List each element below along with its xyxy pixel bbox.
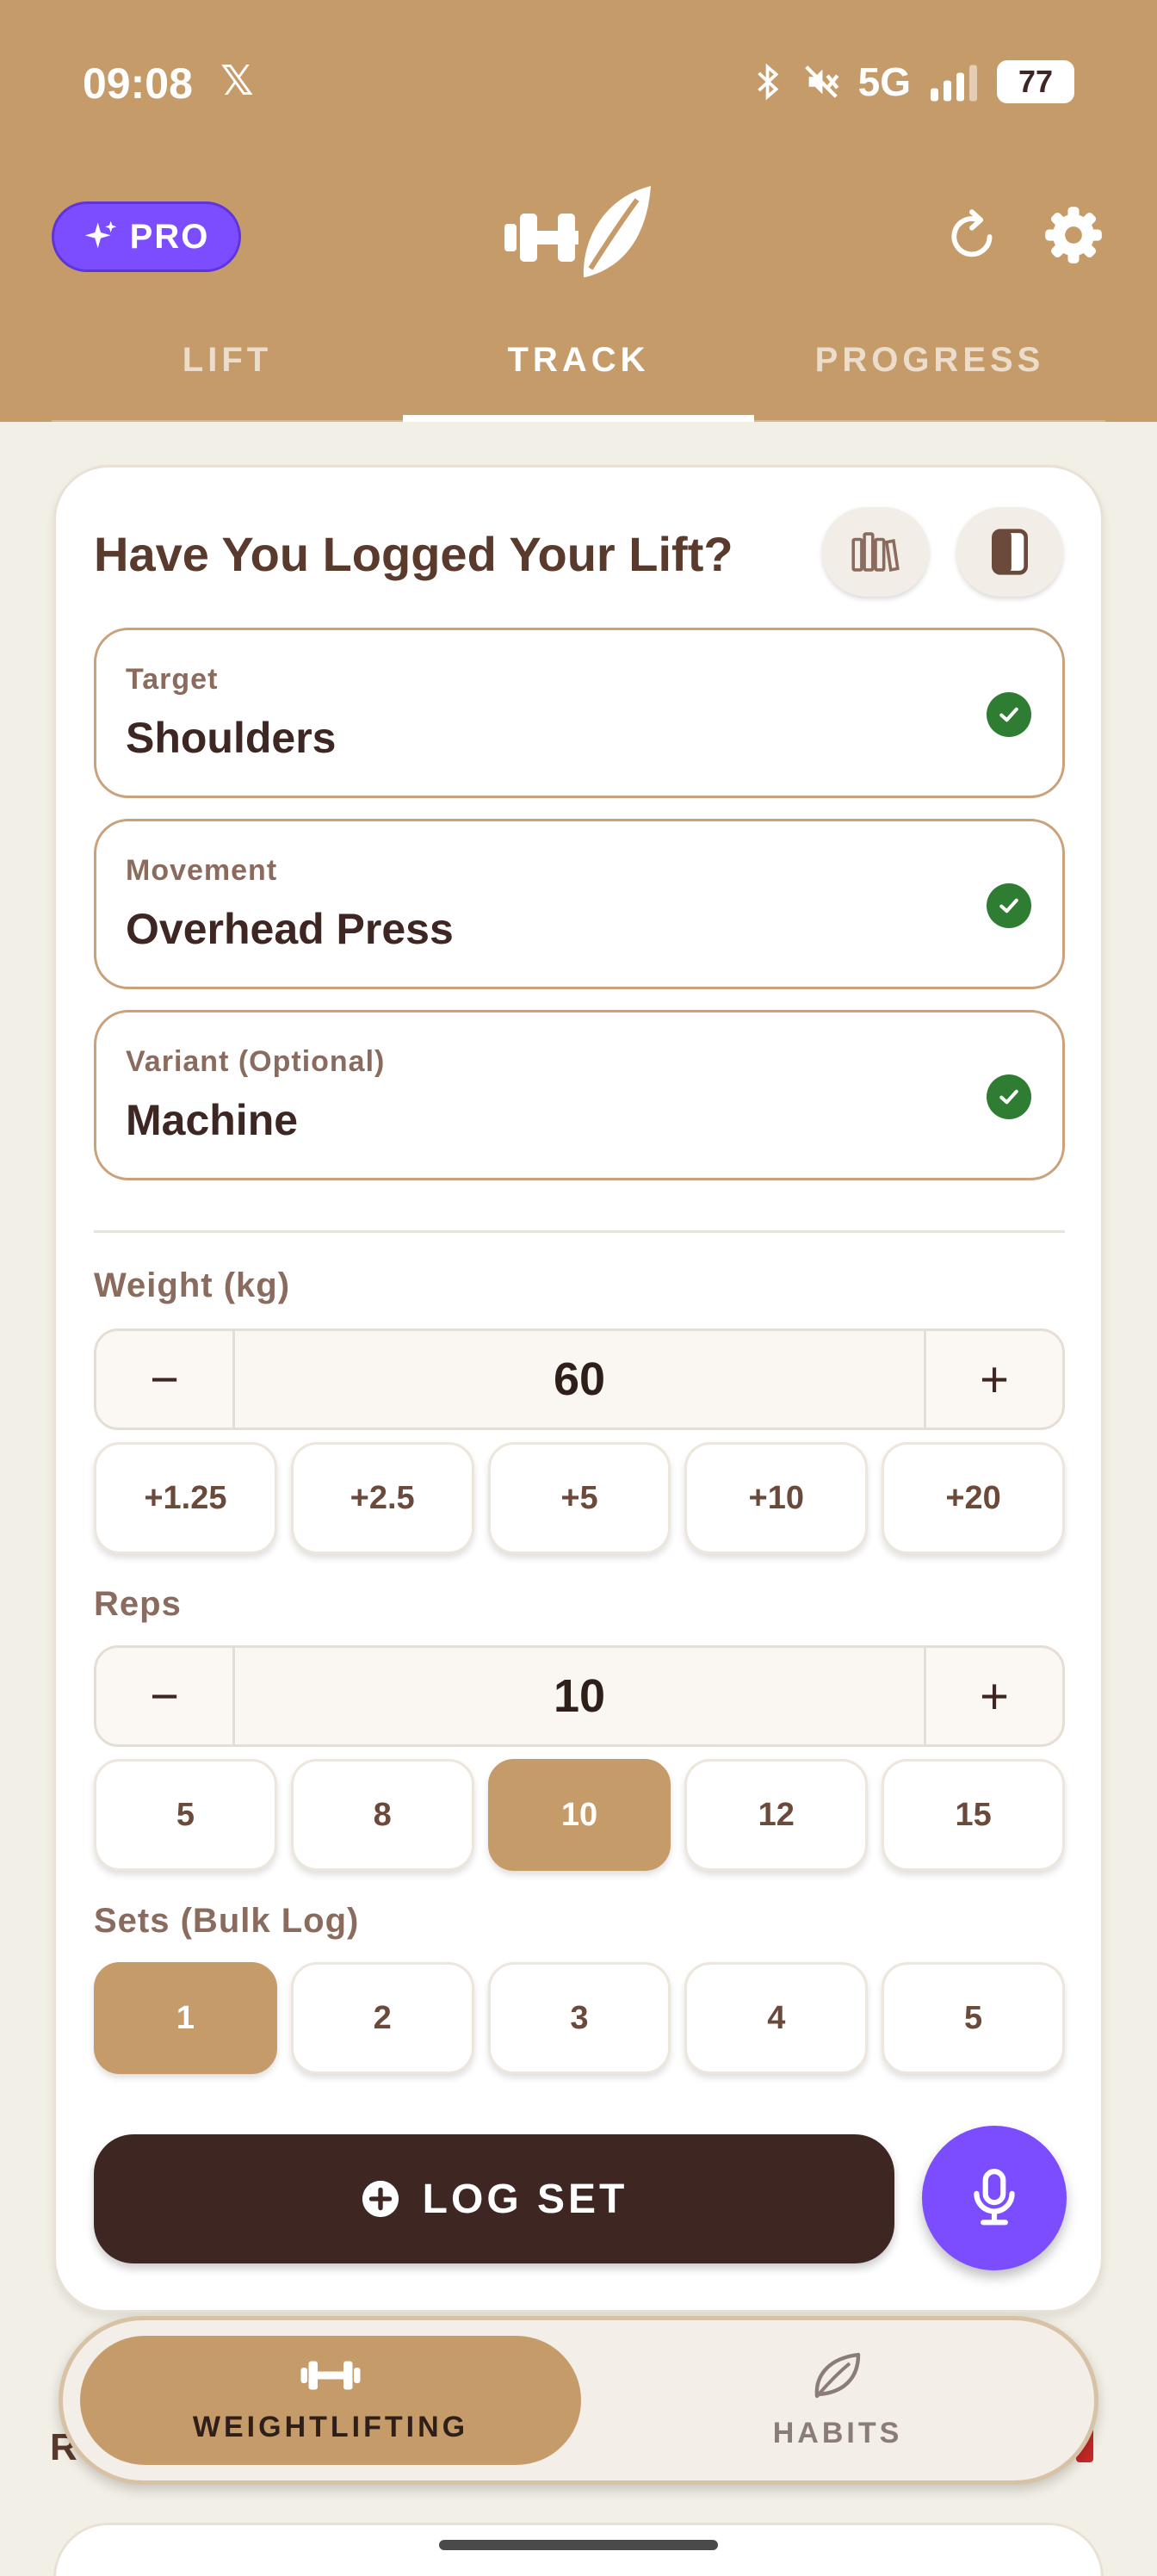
weight-chip[interactable]: +5 [487,1442,671,1554]
sparkle-icon [84,220,116,249]
weight-chip[interactable]: +1.25 [94,1442,277,1554]
sets-chips: 1 2 3 4 5 [94,1962,1065,2074]
mute-icon [804,65,838,98]
divider [94,1230,1065,1233]
dumbbell-icon [300,2361,361,2389]
sets-chip[interactable]: 5 [882,1962,1065,2074]
variant-field[interactable]: Variant (Optional) Machine [94,1010,1065,1180]
refresh-icon[interactable] [945,207,1002,263]
target-value: Shoulders [126,714,337,762]
movement-value: Overhead Press [126,905,454,953]
pro-button[interactable]: PRO [52,201,241,272]
voice-input-button[interactable] [922,2126,1067,2270]
bluetooth-icon [757,63,779,101]
reps-value[interactable]: 10 [232,1648,926,1744]
status-time: 09:08 [83,59,193,108]
weight-decrement-button[interactable]: − [96,1331,232,1427]
panel-icon [992,529,1028,575]
weight-chip[interactable]: +10 [684,1442,869,1554]
card-title: Have You Logged Your Lift? [94,527,733,581]
weight-value[interactable]: 60 [232,1331,926,1427]
sidebar-toggle-button[interactable] [956,507,1063,597]
variant-value: Machine [126,1096,299,1144]
bottom-nav: WEIGHTLIFTING HABITS [59,2316,1098,2485]
home-indicator [439,2540,718,2550]
microphone-icon [974,2169,1015,2226]
status-bar: 09:08 𝕏 5G 77 [0,0,1157,172]
network-type: 5G [857,59,911,104]
x-app-icon: 𝕏 [220,59,254,104]
target-field[interactable]: Target Shoulders [94,628,1065,798]
tab-progress[interactable]: PROGRESS [754,327,1105,420]
nav-habits-label: HABITS [772,2416,903,2449]
nav-weightlifting-label: WEIGHTLIFTING [192,2410,469,2443]
check-icon [987,883,1031,928]
reps-stepper: − 10 + [94,1645,1065,1747]
weight-label: Weight (kg) [94,1266,291,1304]
plus-circle-icon [362,2180,399,2218]
reps-preset-chips: 5 8 10 12 15 [94,1759,1065,1871]
check-icon [987,1074,1031,1119]
sets-chip-selected[interactable]: 1 [94,1962,277,2074]
check-icon [987,692,1031,737]
books-icon [851,532,900,573]
sets-label: Sets (Bulk Log) [94,1902,360,1940]
log-set-button[interactable]: LOG SET [94,2134,894,2263]
tab-lift[interactable]: LIFT [52,327,403,420]
nav-weightlifting[interactable]: WEIGHTLIFTING [80,2336,581,2465]
reps-decrement-button[interactable]: − [96,1648,232,1744]
weight-increment-button[interactable]: + [926,1331,1062,1427]
weight-stepper: − 60 + [94,1328,1065,1430]
weight-chip[interactable]: +2.5 [290,1442,474,1554]
reps-chip[interactable]: 8 [290,1759,474,1871]
battery-indicator: 77 [997,60,1074,103]
variant-label: Variant (Optional) [126,1045,386,1078]
reps-label: Reps [94,1585,182,1623]
sets-chip[interactable]: 4 [684,1962,869,2074]
reps-chip[interactable]: 15 [882,1759,1065,1871]
reps-chip[interactable]: 12 [684,1759,869,1871]
gear-icon[interactable] [1043,205,1104,265]
log-set-label: LOG SET [422,2176,628,2222]
reps-chip-selected[interactable]: 10 [487,1759,671,1871]
nav-habits[interactable]: HABITS [622,2336,1053,2465]
app-logo [504,186,651,277]
leaf-icon [814,2352,861,2398]
status-icons: 5G 77 [753,59,1074,105]
weight-increment-chips: +1.25 +2.5 +5 +10 +20 [94,1442,1065,1554]
weight-chip[interactable]: +20 [882,1442,1065,1554]
sets-chip[interactable]: 2 [290,1962,474,2074]
top-tabs: LIFT TRACK PROGRESS [52,327,1105,422]
tab-track[interactable]: TRACK [403,327,754,422]
reps-increment-button[interactable]: + [926,1648,1062,1744]
library-button[interactable] [822,507,929,597]
sets-chip[interactable]: 3 [487,1962,671,2074]
movement-field[interactable]: Movement Overhead Press [94,819,1065,989]
pro-label: PRO [129,217,210,256]
reps-chip[interactable]: 5 [94,1759,277,1871]
target-label: Target [126,663,219,696]
app-header: 09:08 𝕏 5G 77 PRO LIFT TRACK PROGRESS [0,0,1157,422]
movement-label: Movement [126,854,278,887]
log-lift-card: Have You Logged Your Lift? Target Should… [53,465,1104,2313]
signal-icon [931,65,977,102]
